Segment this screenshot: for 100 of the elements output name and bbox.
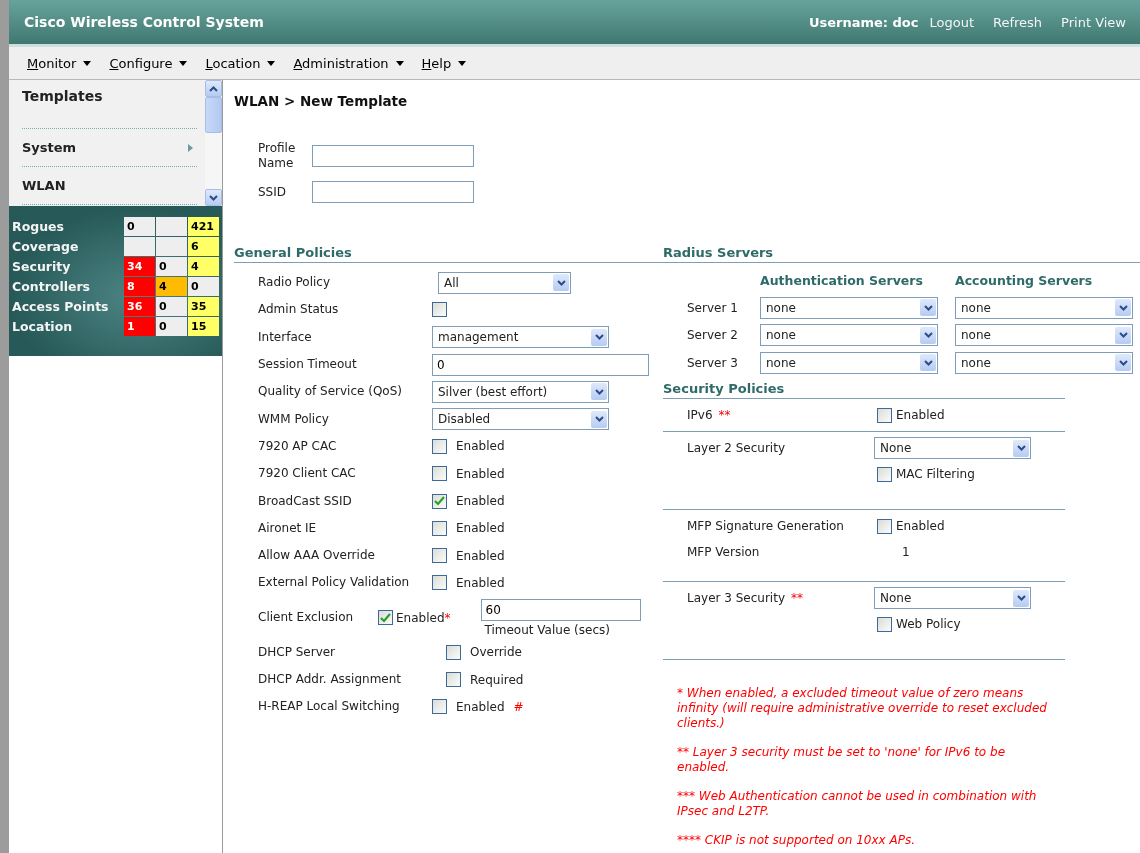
- field-label: DHCP Addr. Assignment: [258, 672, 403, 687]
- checkbox[interactable]: [877, 407, 892, 423]
- field-label: Profile Name: [258, 141, 297, 171]
- checkbox-label: Enabled: [456, 575, 505, 590]
- checkbox[interactable]: [432, 302, 447, 318]
- alarm-indicator[interactable]: 15: [188, 317, 219, 336]
- alarm-indicator[interactable]: 0: [188, 277, 219, 296]
- scroll-down-icon: [209, 194, 218, 201]
- alarm-indicator[interactable]: 8: [124, 277, 155, 296]
- header-link[interactable]: Logout: [929, 14, 974, 30]
- checkbox[interactable]: [877, 518, 892, 534]
- field-label: SSID: [258, 184, 287, 200]
- menu-item[interactable]: Location: [205, 55, 276, 71]
- sidebar-item[interactable]: System: [22, 129, 197, 167]
- checkbox[interactable]: [877, 466, 892, 482]
- caret-icon: [395, 60, 404, 66]
- footnote-mark: #: [513, 699, 524, 714]
- dropdown[interactable]: none: [760, 296, 938, 319]
- field-label: Quality of Service (QoS): [258, 384, 403, 400]
- text-field[interactable]: 0: [432, 353, 649, 376]
- dropdown[interactable]: None: [874, 437, 1031, 460]
- field-label: Admin Status: [258, 302, 340, 318]
- username-label: Username: doc: [808, 14, 919, 30]
- checkbox[interactable]: [877, 616, 892, 632]
- menu-item[interactable]: Administration: [293, 55, 404, 71]
- checkbox-label: Required: [470, 672, 524, 687]
- dropdown[interactable]: none: [760, 351, 938, 374]
- header-link[interactable]: Refresh: [993, 14, 1043, 30]
- section-heading: Radius Servers: [662, 245, 775, 262]
- checkbox[interactable]: [432, 575, 447, 591]
- field-value: 1: [902, 545, 910, 560]
- header-link[interactable]: Print View: [1061, 14, 1126, 30]
- alarm-indicator[interactable]: 6: [188, 237, 219, 256]
- checkbox[interactable]: [432, 438, 447, 454]
- caret-icon: [458, 60, 467, 66]
- checkbox-label: Enabled: [456, 494, 505, 508]
- menu-item[interactable]: Configure: [109, 55, 188, 71]
- checkbox[interactable]: [378, 610, 393, 626]
- field-label: H-REAP Local Switching: [258, 699, 401, 715]
- field-label: Allow AAA Override: [258, 548, 376, 564]
- dropdown[interactable]: none: [955, 351, 1133, 374]
- footnote-mark: *: [444, 610, 451, 625]
- dropdown[interactable]: Silver (best effort): [432, 380, 609, 403]
- dropdown[interactable]: All: [438, 271, 571, 294]
- field-label: IPv6: [687, 408, 713, 423]
- checkbox[interactable]: [432, 493, 447, 509]
- alarm-indicator[interactable]: 35: [188, 297, 219, 316]
- menu-item[interactable]: Help: [421, 55, 467, 71]
- alarm-indicator[interactable]: 1: [124, 317, 155, 336]
- caret-icon: [267, 60, 276, 66]
- field-label: Layer 3 Security: [687, 591, 785, 606]
- alarm-indicator[interactable]: 0: [156, 317, 187, 336]
- menu-item[interactable]: Monitor: [27, 55, 92, 71]
- checkbox[interactable]: [446, 672, 461, 687]
- alarm-indicator[interactable]: 4: [156, 277, 187, 296]
- alarm-indicator[interactable]: 36: [124, 297, 155, 316]
- alarm-label[interactable]: Controllers: [9, 277, 124, 297]
- alarm-indicator[interactable]: 0: [156, 297, 187, 316]
- footnote-mark: **: [718, 408, 731, 423]
- checkbox[interactable]: [446, 644, 461, 660]
- checkbox-label: Enabled: [456, 699, 505, 714]
- field-label: Client Exclusion: [258, 610, 355, 626]
- scroll-up-icon: [209, 85, 218, 92]
- field-label: Radio Policy: [258, 275, 332, 291]
- field-label: MFP Signature Generation: [687, 519, 844, 534]
- checkbox[interactable]: [432, 520, 447, 536]
- alarm-label[interactable]: Coverage: [9, 237, 124, 257]
- footnote: *** Web Authentication cannot be used in combination with IPsec and L2TP.: [677, 789, 1038, 820]
- checkbox[interactable]: [432, 699, 447, 715]
- field-hint: Timeout Value (secs): [483, 622, 611, 637]
- alarm-indicator[interactable]: 0: [124, 217, 155, 236]
- field-label: WMM Policy: [258, 411, 330, 427]
- text-field[interactable]: [312, 145, 474, 167]
- scrollbar[interactable]: [205, 80, 222, 206]
- alarm-label[interactable]: Location: [9, 317, 124, 337]
- footnote: **** CKIP is not supported on 10xx APs.: [677, 833, 916, 849]
- alarm-indicator[interactable]: 34: [124, 257, 155, 276]
- field-label: 7920 AP CAC: [258, 438, 338, 454]
- field-label: Aironet IE: [258, 520, 318, 536]
- field-label: External Policy Validation: [258, 575, 411, 591]
- sidebar-item[interactable]: WLAN: [22, 167, 197, 205]
- sidebar-title: Templates: [22, 88, 197, 129]
- dropdown[interactable]: none: [955, 324, 1133, 347]
- text-field[interactable]: [312, 181, 474, 203]
- alarm-indicator[interactable]: 0: [156, 257, 187, 276]
- checkbox[interactable]: [432, 548, 447, 564]
- alarm-label[interactable]: Access Points: [9, 297, 124, 317]
- alarm-label[interactable]: Security: [9, 257, 124, 277]
- alarm-indicator[interactable]: 421: [188, 217, 219, 236]
- alarm-label[interactable]: Rogues: [9, 217, 124, 237]
- dropdown[interactable]: Disabled: [432, 408, 609, 431]
- timeout-field[interactable]: 60: [480, 598, 641, 621]
- dropdown[interactable]: management: [432, 326, 609, 349]
- field-label: Server 1: [687, 300, 739, 315]
- dropdown[interactable]: none: [760, 324, 938, 347]
- footnote-mark: **: [791, 591, 803, 606]
- alarm-indicator[interactable]: 4: [188, 257, 219, 276]
- checkbox[interactable]: [432, 466, 447, 482]
- dropdown[interactable]: None: [874, 587, 1031, 610]
- dropdown[interactable]: none: [955, 296, 1133, 319]
